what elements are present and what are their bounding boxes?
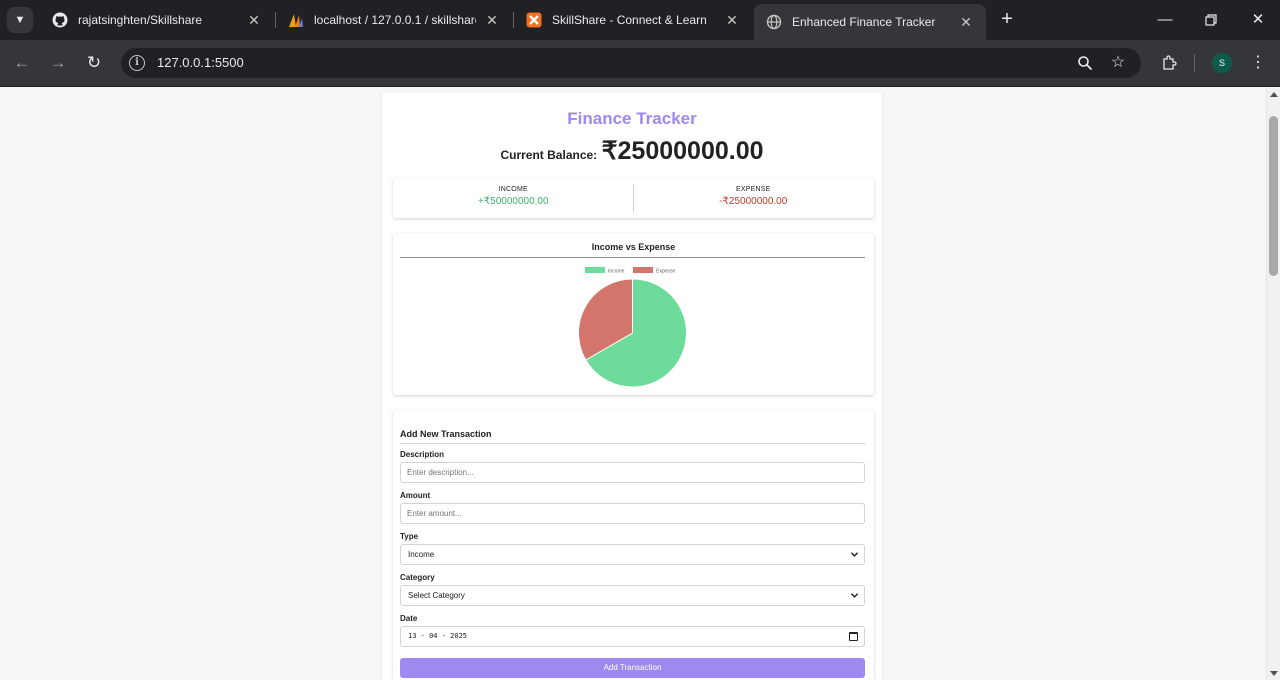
scroll-up-icon[interactable] — [1270, 92, 1278, 97]
add-transaction-button[interactable]: Add Transaction — [400, 658, 865, 678]
expense-amount: -₹25000000.00 — [719, 196, 788, 207]
date-value: 13 - 04 - 2025 — [408, 632, 468, 640]
tab-skillshare[interactable]: SkillShare - Connect & Learn ✕ — [514, 0, 752, 40]
description-input[interactable] — [400, 462, 865, 483]
tab-strip: ▼ rajatsinghten/Skillshare ✕ localhost /… — [0, 0, 1280, 40]
site-info-icon[interactable]: i — [129, 55, 145, 71]
restore-icon[interactable] — [1201, 10, 1221, 30]
legend-label-income: Income — [608, 269, 625, 275]
date-input[interactable]: 13 - 04 - 2025 — [400, 626, 865, 647]
new-tab-button[interactable]: + — [996, 8, 1018, 30]
page-viewport: Finance Tracker Current Balance: ₹250000… — [0, 88, 1266, 680]
globe-icon — [766, 14, 782, 30]
back-icon[interactable]: ← — [10, 51, 34, 75]
tab-github[interactable]: rajatsinghten/Skillshare ✕ — [40, 0, 274, 40]
category-select-value: Select Category — [408, 591, 465, 600]
extensions-icon[interactable] — [1157, 51, 1181, 75]
chevron-down-icon — [850, 552, 859, 557]
tab-title: SkillShare - Connect & Learn — [552, 13, 707, 27]
close-icon[interactable]: ✕ — [484, 12, 500, 29]
tab-title: localhost / 127.0.0.1 / skillshare | p — [314, 13, 476, 27]
chevron-down-icon: ▼ — [14, 14, 26, 26]
calendar-icon[interactable] — [849, 632, 858, 641]
bookmark-star-icon[interactable]: ☆ — [1108, 53, 1128, 73]
scrollbar-thumb[interactable] — [1269, 116, 1278, 276]
tab-title: rajatsinghten/Skillshare — [78, 13, 203, 27]
category-label: Category — [400, 573, 435, 582]
close-icon[interactable]: ✕ — [246, 12, 262, 29]
pie-chart: Income Expense — [578, 267, 687, 388]
chart-card: Income vs Expense Income Expense — [393, 233, 874, 395]
toolbar-divider — [1194, 54, 1195, 72]
form-divider — [400, 443, 865, 444]
type-select[interactable]: Income — [400, 544, 865, 565]
income-amount: +₹50000000.00 — [477, 196, 549, 207]
legend-label-expense: Expense — [656, 269, 676, 275]
tab-search-button[interactable]: ▼ — [7, 7, 33, 33]
category-select[interactable]: Select Category — [400, 585, 865, 606]
type-label: Type — [400, 532, 419, 541]
page-scrollbar[interactable] — [1266, 88, 1280, 680]
legend-swatch-income — [585, 267, 605, 273]
balance-label: Current Balance: — [500, 148, 598, 162]
zoom-icon[interactable] — [1075, 53, 1095, 73]
legend-swatch-expense — [633, 267, 653, 273]
amount-input[interactable] — [400, 503, 865, 524]
minimize-icon[interactable]: — — [1155, 10, 1175, 30]
app-container: Finance Tracker Current Balance: ₹250000… — [381, 93, 883, 680]
close-icon[interactable]: ✕ — [958, 14, 974, 31]
balance-amount: ₹25000000.00 — [601, 137, 764, 165]
form-title: Add New Transaction — [400, 429, 492, 439]
current-balance: Current Balance: ₹25000000.00 — [382, 136, 882, 166]
forward-icon[interactable]: → — [46, 51, 70, 75]
url-text[interactable]: 127.0.0.1:5500 — [157, 55, 244, 70]
expense-summary: EXPENSE -₹25000000.00 — [633, 178, 874, 218]
browser-toolbar: ← → ↻ i 127.0.0.1:5500 ☆ S ⋮ — [0, 40, 1280, 87]
scroll-down-icon[interactable] — [1270, 671, 1278, 676]
income-summary: INCOME +₹50000000.00 — [393, 178, 634, 218]
close-window-icon[interactable]: ✕ — [1248, 10, 1268, 30]
type-select-value: Income — [408, 550, 435, 559]
github-icon — [52, 12, 68, 28]
transaction-form: Add New Transaction Description Amount T… — [393, 410, 874, 680]
summary-card: INCOME +₹50000000.00 EXPENSE -₹25000000.… — [393, 178, 874, 218]
income-label: INCOME — [498, 186, 528, 193]
xampp-icon — [526, 12, 542, 28]
tab-phpmyadmin[interactable]: localhost / 127.0.0.1 / skillshare | p ✕ — [276, 0, 512, 40]
chart-divider — [400, 257, 865, 258]
amount-label: Amount — [400, 491, 431, 500]
reload-icon[interactable]: ↻ — [82, 51, 106, 75]
tab-finance-tracker[interactable]: Enhanced Finance Tracker ✕ — [754, 4, 986, 40]
address-bar[interactable]: i 127.0.0.1:5500 ☆ — [121, 48, 1141, 78]
date-label: Date — [400, 614, 418, 623]
page-title: Finance Tracker — [567, 109, 697, 128]
expense-label: EXPENSE — [736, 186, 771, 193]
profile-avatar[interactable]: S — [1212, 53, 1232, 73]
chevron-down-icon — [850, 593, 859, 598]
phpmyadmin-icon — [288, 12, 304, 28]
tab-title: Enhanced Finance Tracker — [792, 15, 936, 29]
chart-title: Income vs Expense — [591, 242, 676, 252]
more-menu-icon[interactable]: ⋮ — [1246, 51, 1270, 75]
close-icon[interactable]: ✕ — [724, 12, 740, 29]
description-label: Description — [400, 450, 445, 459]
